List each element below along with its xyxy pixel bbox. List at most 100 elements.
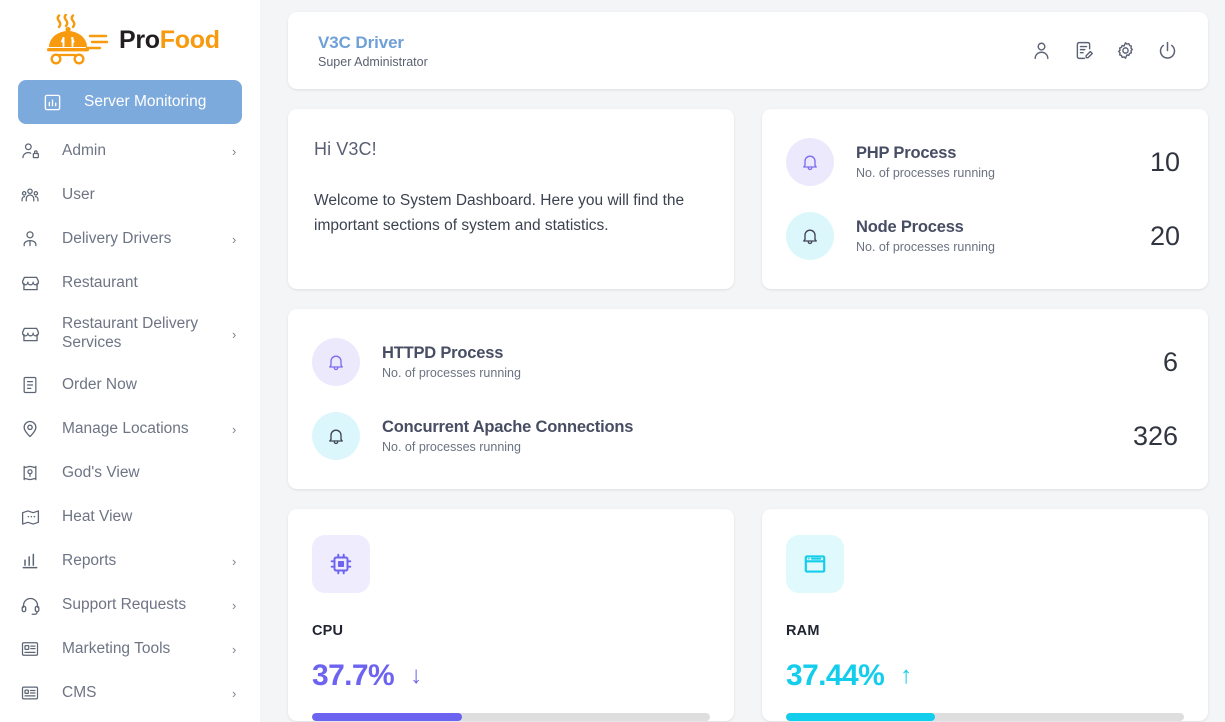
list-document-icon (18, 373, 42, 397)
sidebar-item-support-requests[interactable]: Support Requests › (0, 583, 260, 627)
sidebar-item-label: Restaurant Delivery Services (62, 315, 199, 351)
sidebar-item-label: God's View (62, 463, 140, 481)
sidebar-item-restaurant[interactable]: Restaurant (0, 261, 260, 305)
process-title: HTTPD Process (382, 344, 504, 362)
chevron-right-icon: › (232, 597, 237, 613)
gear-settings-icon[interactable] (1114, 40, 1136, 62)
cpu-progress-bar (312, 713, 710, 721)
sidebar-item-delivery-drivers[interactable]: Delivery Drivers › (0, 217, 260, 261)
map-pin-icon (18, 417, 42, 441)
process-subtitle: No. of processes running (856, 166, 995, 180)
sidebar-item-label: Marketing Tools (62, 639, 171, 657)
power-logout-icon[interactable] (1156, 40, 1178, 62)
sidebar-item-label: Order Now (62, 375, 137, 393)
header-actions (1030, 40, 1178, 62)
sidebar-item-marketing-tools[interactable]: Marketing Tools › (0, 627, 260, 671)
metric-value: 37.7% (312, 659, 395, 692)
process-subtitle: No. of processes running (382, 440, 521, 454)
process-card-right: PHP Process No. of processes running 10 … (762, 109, 1208, 289)
process-value: 326 (1132, 420, 1178, 451)
page-title: V3C Driver (318, 32, 404, 52)
sidebar-item-server-monitoring[interactable]: Server Monitoring (18, 80, 242, 124)
process-subtitle: No. of processes running (856, 240, 995, 254)
process-title: Concurrent Apache Connections (382, 418, 634, 436)
edit-document-icon[interactable] (1072, 40, 1094, 62)
metric-card-cpu: CPU 37.7% ↓ (288, 509, 734, 721)
sidebar-item-label: User (62, 185, 95, 203)
process-row-php: PHP Process No. of processes running 10 (786, 131, 1180, 193)
bar-chart-icon (18, 549, 42, 573)
sidebar: ProFood Server Monitoring Admin › User D… (0, 0, 260, 722)
dashboard-row-2: HTTPD Process No. of processes running 6… (288, 309, 1208, 489)
brand-name-pro: Pro (119, 25, 160, 54)
process-card-wide: HTTPD Process No. of processes running 6… (288, 309, 1208, 489)
process-subtitle: No. of processes running (382, 366, 521, 380)
storefront-icon (18, 322, 42, 346)
user-profile-icon[interactable] (1030, 40, 1052, 62)
brand-wordmark: ProFood (119, 26, 220, 55)
welcome-greeting: Hi V3C! (314, 139, 377, 159)
metric-value: 37.44% (786, 659, 885, 692)
sidebar-item-user[interactable]: User (0, 173, 260, 217)
brand-name-food: Food (159, 25, 220, 54)
process-value: 10 (1149, 146, 1180, 177)
sidebar-item-reports[interactable]: Reports › (0, 539, 260, 583)
ram-progress-bar (786, 713, 1184, 721)
sidebar-item-label: Admin (62, 141, 106, 159)
metric-value-row: 37.44% ↑ (786, 659, 1184, 693)
bell-icon (786, 138, 834, 186)
sidebar-item-cms[interactable]: CMS › (0, 671, 260, 715)
card-text-icon (18, 681, 42, 705)
metric-card-ram: RAM 37.44% ↑ (762, 509, 1208, 721)
user-role-label: Super Administrator (318, 55, 428, 70)
process-text: PHP Process No. of processes running (856, 144, 1136, 180)
sidebar-item-manage-locations[interactable]: Manage Locations › (0, 407, 260, 451)
browser-window-icon (786, 535, 844, 593)
chevron-right-icon: › (232, 553, 237, 569)
sidebar-item-label: Support Requests (62, 595, 187, 613)
dashboard-row-3: CPU 37.7% ↓ RAM 37.44% ↑ (288, 509, 1208, 721)
sidebar-item-label: CMS (62, 683, 97, 701)
sidebar-nav: Server Monitoring Admin › User Delivery … (0, 80, 260, 715)
trend-down-arrow-icon: ↓ (410, 662, 423, 689)
headset-icon (18, 593, 42, 617)
sidebar-item-restaurant-delivery-services[interactable]: Restaurant Delivery Services › (0, 305, 260, 363)
metric-label: CPU (312, 623, 344, 639)
app-root: ProFood Server Monitoring Admin › User D… (0, 0, 1225, 722)
bell-icon (786, 212, 834, 260)
sidebar-item-label: Reports (62, 551, 117, 569)
cpu-progress-fill (312, 713, 463, 721)
cpu-chip-icon (312, 535, 370, 593)
storefront-icon (18, 271, 42, 295)
process-title: Node Process (856, 218, 964, 236)
header-user-block: V3C Driver Super Administrator (318, 32, 1030, 69)
metric-value-row: 37.7% ↓ (312, 659, 710, 693)
brand-logo[interactable]: ProFood (0, 0, 260, 80)
sidebar-item-gods-view[interactable]: God's View (0, 451, 260, 495)
trend-up-arrow-icon: ↑ (900, 662, 913, 689)
sidebar-item-heat-view[interactable]: Heat View (0, 495, 260, 539)
chart-bar-icon (40, 90, 64, 114)
sidebar-item-admin[interactable]: Admin › (0, 129, 260, 173)
chevron-right-icon: › (232, 143, 237, 159)
user-lock-icon (18, 139, 42, 163)
bell-icon (312, 412, 360, 460)
chevron-right-icon: › (232, 685, 237, 701)
sidebar-item-order-now[interactable]: Order Now (0, 363, 260, 407)
process-text: Node Process No. of processes running (856, 218, 1136, 254)
sidebar-item-label: Server Monitoring (84, 92, 207, 110)
process-title: PHP Process (856, 144, 957, 162)
process-row-apache: Concurrent Apache Connections No. of pro… (312, 405, 1178, 467)
bell-icon (312, 338, 360, 386)
page-header: V3C Driver Super Administrator (288, 12, 1208, 89)
id-card-icon (18, 637, 42, 661)
chevron-right-icon: › (232, 641, 237, 657)
process-text: HTTPD Process No. of processes running (382, 344, 1149, 380)
sidebar-item-label: Delivery Drivers (62, 229, 172, 247)
sidebar-item-label: Restaurant (62, 273, 138, 291)
food-cart-cloche-icon (44, 13, 110, 66)
ram-progress-fill (786, 713, 935, 721)
user-tie-icon (18, 227, 42, 251)
dashboard-row-1: Hi V3C! Welcome to System Dashboard. Her… (288, 109, 1208, 289)
process-text: Concurrent Apache Connections No. of pro… (382, 418, 1119, 454)
